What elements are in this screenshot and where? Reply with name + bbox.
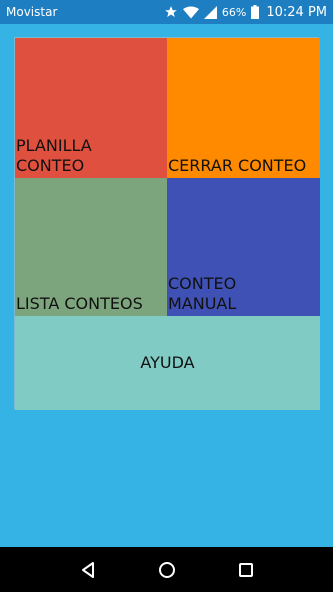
status-bar: Movistar 66% 10:24 PM (0, 0, 333, 24)
navigation-bar (0, 547, 333, 592)
app-screen: Movistar 66% 10:24 PM PLANILLA CONTEO CE… (0, 0, 333, 592)
lista-conteos-label: LISTA CONTEOS (16, 294, 143, 313)
recents-icon[interactable] (228, 552, 264, 588)
signal-icon (203, 5, 217, 19)
planilla-conteo-label: PLANILLA CONTEO (16, 136, 92, 175)
battery-icon (251, 5, 260, 19)
star-icon (164, 5, 178, 19)
planilla-conteo-button[interactable]: PLANILLA CONTEO (15, 38, 167, 178)
back-icon[interactable] (70, 552, 106, 588)
carrier-name: Movistar (6, 5, 58, 19)
ayuda-label: AYUDA (140, 353, 195, 372)
cerrar-conteo-button[interactable]: CERRAR CONTEO (167, 38, 320, 178)
home-icon[interactable] (149, 552, 185, 588)
wifi-icon (182, 6, 199, 19)
ayuda-button[interactable]: AYUDA (15, 316, 320, 410)
battery-percent: 66% (221, 5, 247, 19)
conteo-manual-button[interactable]: CONTEO MANUAL (167, 178, 320, 316)
menu-grid: PLANILLA CONTEO CERRAR CONTEO LISTA CONT… (14, 37, 320, 410)
lista-conteos-button[interactable]: LISTA CONTEOS (15, 178, 167, 316)
cerrar-conteo-label: CERRAR CONTEO (168, 156, 307, 175)
clock: 10:24 PM (266, 4, 327, 20)
conteo-manual-label: CONTEO MANUAL (168, 274, 237, 313)
